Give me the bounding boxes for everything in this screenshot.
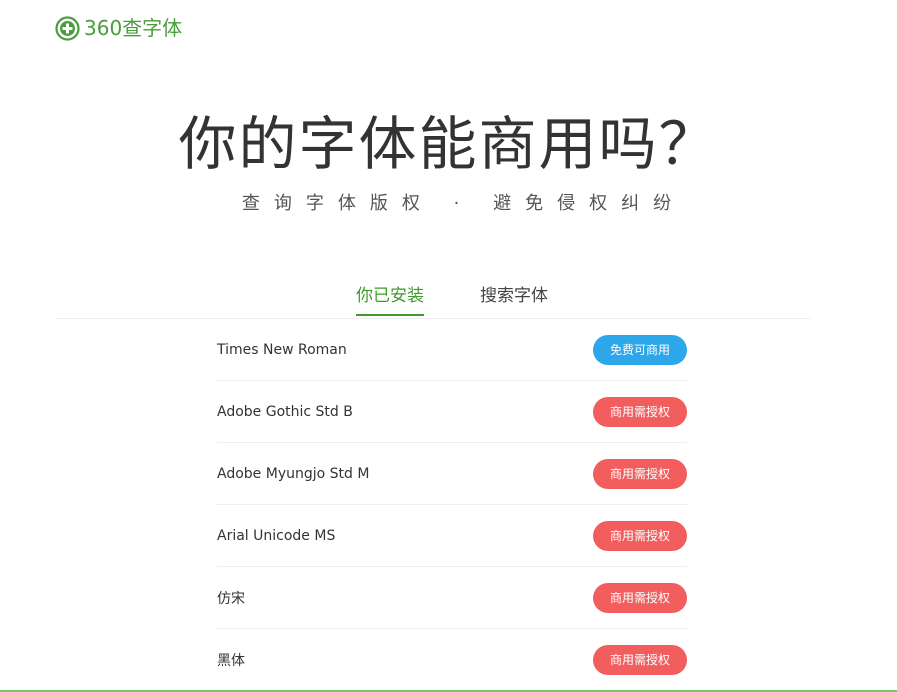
tab-bar: 你已安装 搜索字体 xyxy=(0,278,897,318)
list-item: Times New Roman 免费可商用 xyxy=(217,319,687,381)
font-name: Arial Unicode MS xyxy=(217,527,336,544)
font-name: 仿宋 xyxy=(217,590,245,607)
hero-subtitle: 查询字体版权 · 避免侵权纠纷 xyxy=(241,193,686,214)
license-badge[interactable]: 商用需授权 xyxy=(593,582,687,613)
tab-search-fonts[interactable]: 搜索字体 xyxy=(480,278,548,314)
list-item: Adobe Myungjo Std M 商用需授权 xyxy=(217,443,687,505)
logo-link[interactable]: 360查字体 xyxy=(55,14,182,42)
license-badge[interactable]: 商用需授权 xyxy=(593,458,687,489)
font-list: Times New Roman 免费可商用 Adobe Gothic Std B… xyxy=(217,319,687,690)
logo-plus-icon xyxy=(55,15,80,41)
license-badge[interactable]: 商用需授权 xyxy=(593,520,687,551)
font-name: Times New Roman xyxy=(217,341,347,358)
font-name: 黑体 xyxy=(217,652,245,669)
list-item: Adobe Gothic Std B 商用需授权 xyxy=(217,381,687,443)
license-badge[interactable]: 商用需授权 xyxy=(593,644,687,675)
license-badge[interactable]: 免费可商用 xyxy=(593,334,687,365)
list-item: 黑体 商用需授权 xyxy=(217,629,687,690)
hero-title: 你的字体能商用吗？ xyxy=(178,110,719,178)
list-item: Arial Unicode MS 商用需授权 xyxy=(217,505,687,567)
license-badge[interactable]: 商用需授权 xyxy=(593,396,687,427)
font-name: Adobe Gothic Std B xyxy=(217,403,353,420)
tab-installed[interactable]: 你已安装 xyxy=(356,278,424,316)
logo-text: 360查字体 xyxy=(84,16,183,40)
font-name: Adobe Myungjo Std M xyxy=(217,465,370,482)
list-item: 仿宋 商用需授权 xyxy=(217,567,687,629)
